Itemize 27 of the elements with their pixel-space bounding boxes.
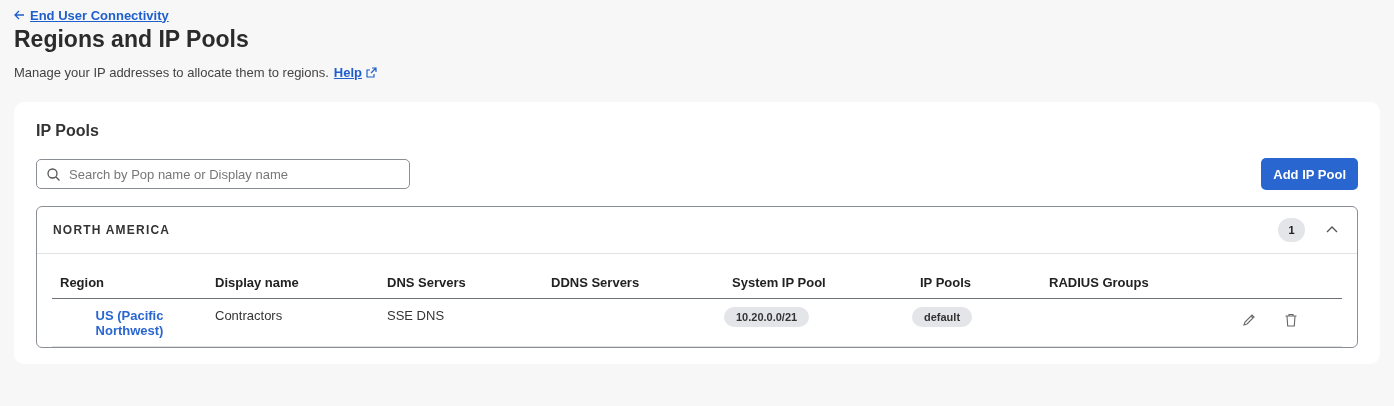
count-badge: 1 <box>1278 218 1305 242</box>
column-header: DDNS Servers <box>550 274 641 290</box>
trash-icon <box>1284 313 1298 327</box>
help-link[interactable]: Help <box>333 65 377 80</box>
page-description: Manage your IP addresses to allocate them to regions. <box>14 65 329 80</box>
column-header: Display name <box>214 274 300 290</box>
external-link-icon <box>366 67 377 78</box>
delete-button[interactable] <box>1284 313 1298 327</box>
column-header: Region <box>59 274 106 290</box>
ip-pool-tag: default <box>912 307 973 327</box>
region-link[interactable]: US (Pacific Northwest) <box>84 299 175 338</box>
group-name: NORTH AMERICA <box>53 223 171 237</box>
column-header: IP Pools <box>919 274 973 290</box>
back-link[interactable]: End User Connectivity <box>14 7 169 23</box>
add-ip-pool-button[interactable]: Add IP Pool <box>1261 158 1358 190</box>
column-header: DNS Servers <box>386 274 467 290</box>
edit-icon <box>1242 313 1256 327</box>
page-title: Regions and IP Pools <box>14 26 250 53</box>
column-header: System IP Pool <box>731 274 827 290</box>
column-header: RADIUS Groups <box>1048 274 1150 290</box>
search-field[interactable]: Search by Pop name or Display name <box>36 159 410 189</box>
edit-button[interactable] <box>1242 313 1256 327</box>
ip-pool-tag: 10.20.0.0/21 <box>724 307 810 327</box>
table-cell-text: SSE DNS <box>386 307 446 323</box>
back-arrow-icon <box>14 10 25 20</box>
card-title: IP Pools <box>36 122 100 140</box>
table-cell-text: Contractors <box>214 307 284 323</box>
